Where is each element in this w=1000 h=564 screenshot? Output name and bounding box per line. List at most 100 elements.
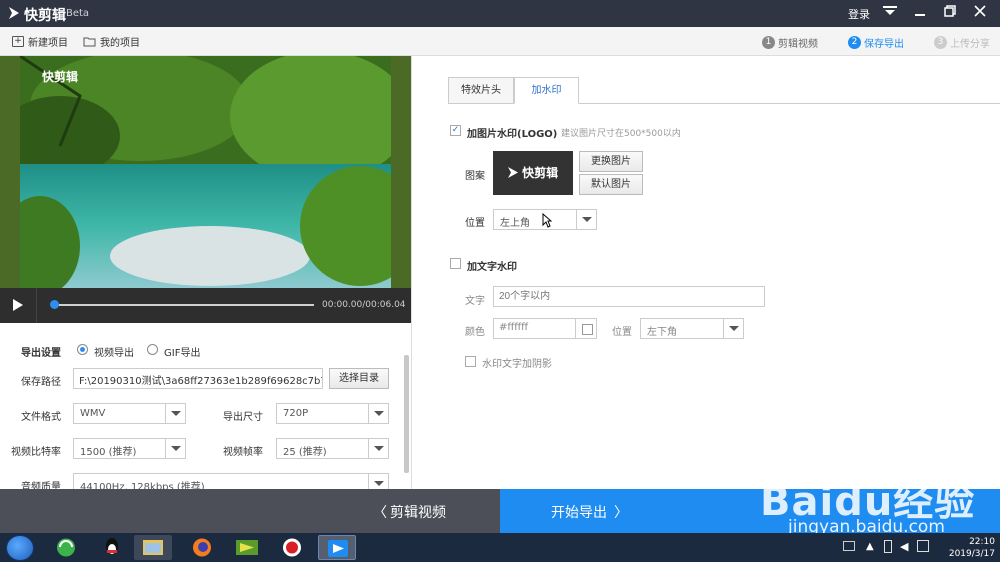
new-project-label: 新建项目: [28, 38, 68, 49]
step-number: 1: [762, 36, 775, 49]
folder-icon: [83, 37, 96, 47]
edit-video-button[interactable]: 〈 剪辑视频: [0, 489, 500, 533]
mouse-cursor-icon: [542, 213, 552, 228]
step-label: 上传分享: [950, 39, 990, 50]
fps-value: 25 (推荐): [283, 447, 327, 458]
watermark-text-input[interactable]: [493, 286, 765, 307]
video-frame: 快剪辑: [20, 56, 391, 288]
keyboard-icon[interactable]: [843, 541, 855, 551]
audio-quality-value: 44100Hz, 128kbps (推荐): [80, 482, 205, 489]
plus-icon: +: [12, 36, 24, 47]
step-share[interactable]: 3 上传分享: [934, 35, 990, 50]
step-label: 保存导出: [864, 39, 904, 50]
lake-scene-image: [20, 56, 391, 288]
export-settings-title: 导出设置: [21, 348, 61, 359]
tab-intro-effects[interactable]: 特效片头: [448, 77, 514, 104]
title-bar: 快剪辑 Beta 登录: [0, 0, 1000, 27]
audio-quality-select[interactable]: 44100Hz, 128kbps (推荐): [73, 473, 389, 489]
video-app-icon[interactable]: [228, 535, 266, 560]
text-watermark-label: 加文字水印: [467, 262, 517, 273]
clock-time: 22:10: [969, 537, 995, 547]
system-clock[interactable]: 22:10 2019/3/17: [937, 536, 995, 560]
save-path-label: 保存路径: [21, 377, 61, 388]
maximize-icon[interactable]: [938, 3, 962, 23]
chevron-down-icon: [368, 474, 388, 489]
text-label: 文字: [465, 296, 485, 307]
divider: [36, 288, 37, 323]
bitrate-value: 1500 (推荐): [80, 447, 137, 458]
my-projects-button[interactable]: 我的项目: [83, 34, 140, 49]
color-picker-swatch[interactable]: [575, 318, 597, 339]
step-edit[interactable]: 1 剪辑视频: [762, 35, 818, 50]
browser-app-icon[interactable]: [47, 535, 85, 560]
start-export-label: 开始导出: [551, 505, 607, 521]
video-export-label: 视频导出: [94, 348, 134, 359]
text-position-select[interactable]: 左下角: [640, 318, 744, 339]
text-shadow-label: 水印文字加阴影: [482, 359, 552, 370]
menu-icon[interactable]: [878, 3, 902, 23]
player-controls: 00:00.00/00:06.04: [0, 288, 411, 323]
replace-image-button[interactable]: 更换图片: [579, 151, 643, 172]
app-name: 快剪辑: [24, 8, 66, 24]
position-label: 位置: [465, 218, 485, 229]
text-shadow-checkbox[interactable]: [465, 356, 476, 367]
file-format-value: WMV: [80, 408, 106, 419]
fps-select[interactable]: 25 (推荐): [276, 438, 389, 459]
export-settings-panel: 导出设置 视频导出 GIF导出 保存路径 F:\20190310测试\3a68f…: [0, 323, 411, 489]
play-icon[interactable]: [13, 299, 23, 311]
pattern-label: 图案: [465, 171, 485, 182]
save-path-input[interactable]: F:\20190310测试\3a68ff27363e1b289f69628c7b…: [73, 368, 323, 389]
default-image-button[interactable]: 默认图片: [579, 174, 643, 195]
clock-date: 2019/3/17: [948, 549, 995, 559]
explorer-app-icon[interactable]: [134, 535, 172, 560]
kuaijianji-app-icon[interactable]: [318, 535, 356, 560]
app-logo-icon: [9, 7, 19, 19]
step-number: 2: [848, 36, 861, 49]
video-export-radio[interactable]: [77, 344, 88, 355]
progress-track[interactable]: [52, 304, 314, 306]
step-number: 3: [934, 36, 947, 49]
export-size-label: 导出尺寸: [223, 412, 263, 423]
logo-watermark-label: 加图片水印(LOGO): [467, 129, 558, 140]
beta-label: Beta: [66, 8, 90, 19]
login-link[interactable]: 登录: [848, 6, 870, 22]
app-logo-icon: [507, 167, 518, 178]
tab-watermark[interactable]: 加水印: [514, 77, 579, 104]
logo-preview-text: 快剪辑: [522, 166, 559, 180]
choose-directory-button[interactable]: 选择目录: [329, 368, 389, 389]
time-display: 00:00.00/00:06.04: [322, 300, 406, 310]
text-position-value: 左下角: [647, 327, 677, 338]
gif-export-radio[interactable]: [147, 344, 158, 355]
chevron-down-icon: [723, 319, 743, 338]
text-watermark-checkbox[interactable]: [450, 258, 461, 269]
windows-taskbar: ▲ ◀ 22:10 2019/3/17: [0, 533, 1000, 562]
panel-divider: [411, 56, 412, 489]
chevron-up-icon[interactable]: ▲: [866, 541, 874, 552]
progress-thumb[interactable]: [50, 300, 59, 309]
bitrate-select[interactable]: 1500 (推荐): [73, 438, 186, 459]
chevron-down-icon: [368, 439, 388, 458]
speaker-icon[interactable]: ◀: [900, 540, 908, 553]
video-preview: 快剪辑: [0, 56, 411, 288]
start-button[interactable]: [6, 535, 34, 561]
color-input[interactable]: #ffffff: [493, 318, 576, 339]
step-label: 剪辑视频: [778, 39, 818, 50]
my-projects-label: 我的项目: [100, 38, 140, 49]
file-format-select[interactable]: WMV: [73, 403, 186, 424]
logo-size-hint: 建议图片尺寸在500*500以内: [561, 129, 681, 139]
logo-watermark-checkbox[interactable]: ✓: [450, 125, 461, 136]
chevron-down-icon: [165, 404, 185, 423]
firefox-app-icon[interactable]: [183, 535, 221, 560]
chevron-left-icon: 〈: [373, 505, 387, 521]
minimize-icon[interactable]: [908, 3, 932, 23]
network-icon[interactable]: [917, 540, 929, 552]
scrollbar[interactable]: [404, 355, 409, 473]
new-project-button[interactable]: + 新建项目: [12, 34, 68, 49]
recorder-app-icon[interactable]: [273, 535, 311, 560]
close-icon[interactable]: [968, 3, 992, 23]
step-export[interactable]: 2 保存导出: [848, 35, 904, 50]
export-size-select[interactable]: 720P: [276, 403, 389, 424]
battery-icon[interactable]: [884, 540, 892, 553]
fps-label: 视频帧率: [223, 447, 263, 458]
qq-app-icon[interactable]: [93, 535, 131, 560]
